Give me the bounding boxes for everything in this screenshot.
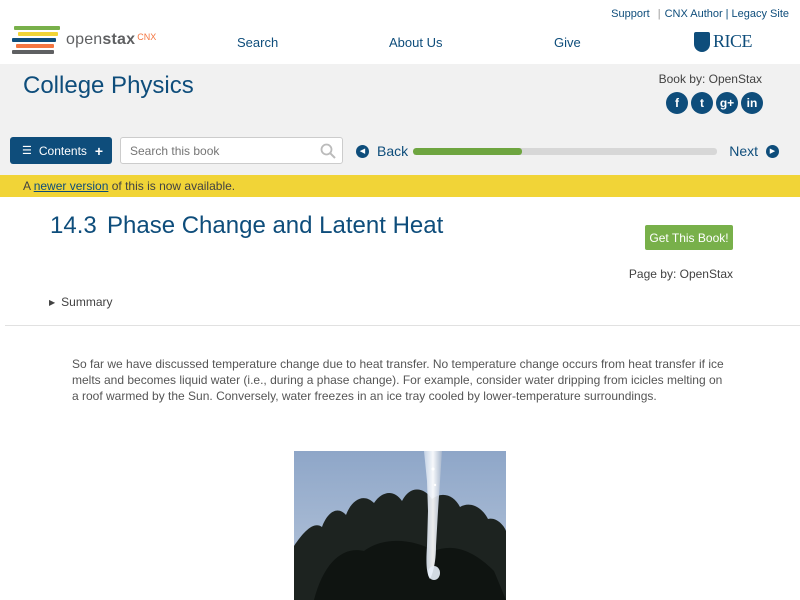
summary-toggle[interactable]: ▶ Summary bbox=[49, 295, 113, 309]
notice-prefix: A bbox=[23, 179, 34, 193]
support-link[interactable]: Support bbox=[611, 8, 650, 20]
nav-about-link[interactable]: About Us bbox=[389, 35, 442, 50]
next-button[interactable]: Next ▶ bbox=[729, 143, 779, 159]
util-divider: | bbox=[725, 8, 729, 20]
utility-links: Support | CNX Author | Legacy Site bbox=[611, 8, 789, 20]
nav-search-link[interactable]: Search bbox=[237, 35, 278, 50]
book-toolbar: ☰ Contents + ◀ Back Next ▶ bbox=[0, 137, 800, 165]
icicle-photo bbox=[294, 451, 506, 600]
facebook-icon[interactable]: f bbox=[666, 92, 688, 114]
search-input[interactable] bbox=[121, 138, 301, 163]
progress-fill bbox=[413, 148, 523, 155]
get-this-book-button[interactable]: Get This Book! bbox=[645, 225, 733, 250]
linkedin-icon[interactable]: in bbox=[741, 92, 763, 114]
contents-button[interactable]: ☰ Contents + bbox=[10, 137, 112, 164]
nav-give-link[interactable]: Give bbox=[554, 35, 581, 50]
google-plus-icon[interactable]: g+ bbox=[716, 92, 738, 114]
social-share: f t g+ in bbox=[666, 92, 763, 114]
search-icon[interactable] bbox=[320, 143, 336, 159]
contents-label: Contents bbox=[38, 143, 87, 158]
util-divider: | bbox=[657, 8, 661, 20]
logo-stack-icon bbox=[12, 26, 60, 54]
notice-suffix: of this is now available. bbox=[108, 179, 236, 193]
logo-cnx-badge: CNX bbox=[137, 32, 157, 42]
twitter-icon[interactable]: t bbox=[691, 92, 713, 114]
book-progress-bar bbox=[413, 148, 717, 155]
newer-version-notice: A newer version of this is now available… bbox=[0, 175, 800, 197]
book-title[interactable]: College Physics bbox=[23, 72, 194, 100]
page-author: Page by: OpenStax bbox=[628, 267, 733, 281]
disclosure-triangle-icon: ▶ bbox=[49, 298, 56, 307]
next-label: Next bbox=[729, 143, 758, 159]
summary-label: Summary bbox=[61, 295, 113, 309]
rice-shield-icon bbox=[694, 31, 710, 52]
list-icon: ☰ bbox=[22, 145, 32, 157]
back-label: Back bbox=[377, 143, 409, 159]
top-nav: openstax CNX Support | CNX Author | Lega… bbox=[0, 0, 800, 64]
arrow-left-icon: ◀ bbox=[356, 144, 369, 158]
legacy-site-link[interactable]: Legacy Site bbox=[732, 8, 789, 20]
plus-icon: + bbox=[94, 142, 104, 159]
logo-wordmark: openstax bbox=[66, 31, 136, 48]
back-button[interactable]: ◀ Back bbox=[356, 143, 408, 159]
intro-paragraph: So far we have discussed temperature cha… bbox=[72, 357, 724, 403]
rice-wordmark: RICE bbox=[713, 31, 753, 51]
book-header: College Physics Book by: OpenStax f t g+… bbox=[0, 64, 800, 175]
section-title: Phase Change and Latent Heat bbox=[107, 212, 444, 239]
content-divider bbox=[5, 325, 800, 326]
book-search bbox=[120, 137, 343, 164]
rice-logo[interactable]: RICE bbox=[694, 31, 753, 52]
book-author: Book by: OpenStax bbox=[658, 72, 762, 86]
cnx-author-link[interactable]: CNX Author bbox=[665, 8, 723, 20]
newer-version-link[interactable]: newer version bbox=[34, 179, 109, 193]
section-number: 14.3 bbox=[50, 212, 97, 239]
arrow-right-icon: ▶ bbox=[766, 144, 779, 158]
openstax-cnx-logo[interactable]: openstax CNX bbox=[12, 24, 172, 56]
